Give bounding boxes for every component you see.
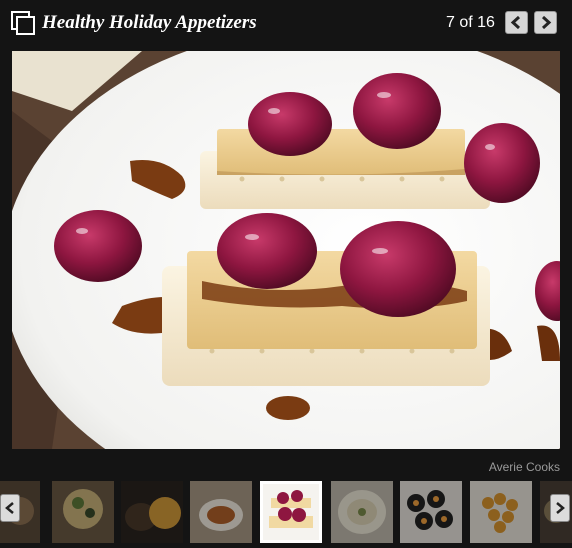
slide-counter: 7 of 16 (446, 14, 495, 31)
chevron-left-icon (5, 502, 14, 514)
chevron-left-icon (510, 16, 521, 29)
thumbnail-strip (0, 481, 572, 545)
thumbnail-5[interactable] (260, 481, 322, 543)
thumbnail-4[interactable] (190, 481, 252, 543)
gallery-icon (11, 11, 35, 35)
thumbnail-7[interactable] (400, 481, 462, 543)
gallery-title: Healthy Holiday Appetizers (42, 12, 257, 33)
thumbnails-next-button[interactable] (550, 494, 570, 522)
photo-credit: Averie Cooks (488, 460, 560, 474)
chevron-right-icon (541, 16, 552, 29)
main-photo[interactable] (12, 51, 560, 449)
previous-slide-button[interactable] (505, 11, 528, 34)
thumbnail-3[interactable] (121, 481, 183, 543)
next-slide-button[interactable] (534, 11, 557, 34)
chevron-right-icon (556, 502, 565, 514)
thumbnail-6[interactable] (331, 481, 393, 543)
thumbnails-prev-button[interactable] (0, 494, 20, 522)
thumbnail-8[interactable] (470, 481, 532, 543)
gallery-header: Healthy Holiday Appetizers 7 of 16 (0, 0, 572, 46)
thumbnail-2[interactable] (52, 481, 114, 543)
